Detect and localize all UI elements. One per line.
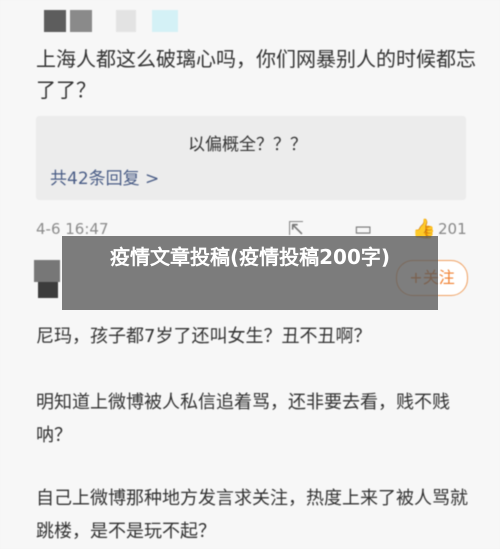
- comment-text: 自己上微博那种地方发言求关注，热度上来了被人骂就跳楼，是不是玩不起？: [36, 488, 468, 542]
- pixelated-badge-block: [152, 10, 178, 32]
- post-text: 上海人都这么破璃心吗，你们网暴别人的时候都忘了了？: [36, 47, 476, 102]
- article-title-banner: 疫情文章投稿(疫情投稿200字): [62, 236, 438, 310]
- comment-text: 尼玛，孩子都7岁了还叫女生？丑不丑啊？: [36, 326, 372, 347]
- pixelated-avatar-block: [34, 260, 60, 282]
- pixelated-avatar-block: [44, 10, 66, 32]
- article-title: 疫情文章投稿(疫情投稿200字): [109, 245, 391, 269]
- comment-text: 明知道上微博被人私信追着骂，还非要去看，贱不贱呐？: [36, 392, 450, 446]
- view-replies-link[interactable]: 共42条回复 >: [50, 164, 159, 189]
- quoted-reply-text: 以偏概全？？？: [188, 135, 307, 155]
- quoted-reply-card[interactable]: 以偏概全？？？ 共42条回复 >: [36, 116, 466, 200]
- pixelated-avatar-block: [38, 282, 58, 298]
- pixelated-username-block: [70, 10, 92, 32]
- pixelated-username-block: [116, 10, 136, 32]
- like-count: 201: [438, 220, 467, 238]
